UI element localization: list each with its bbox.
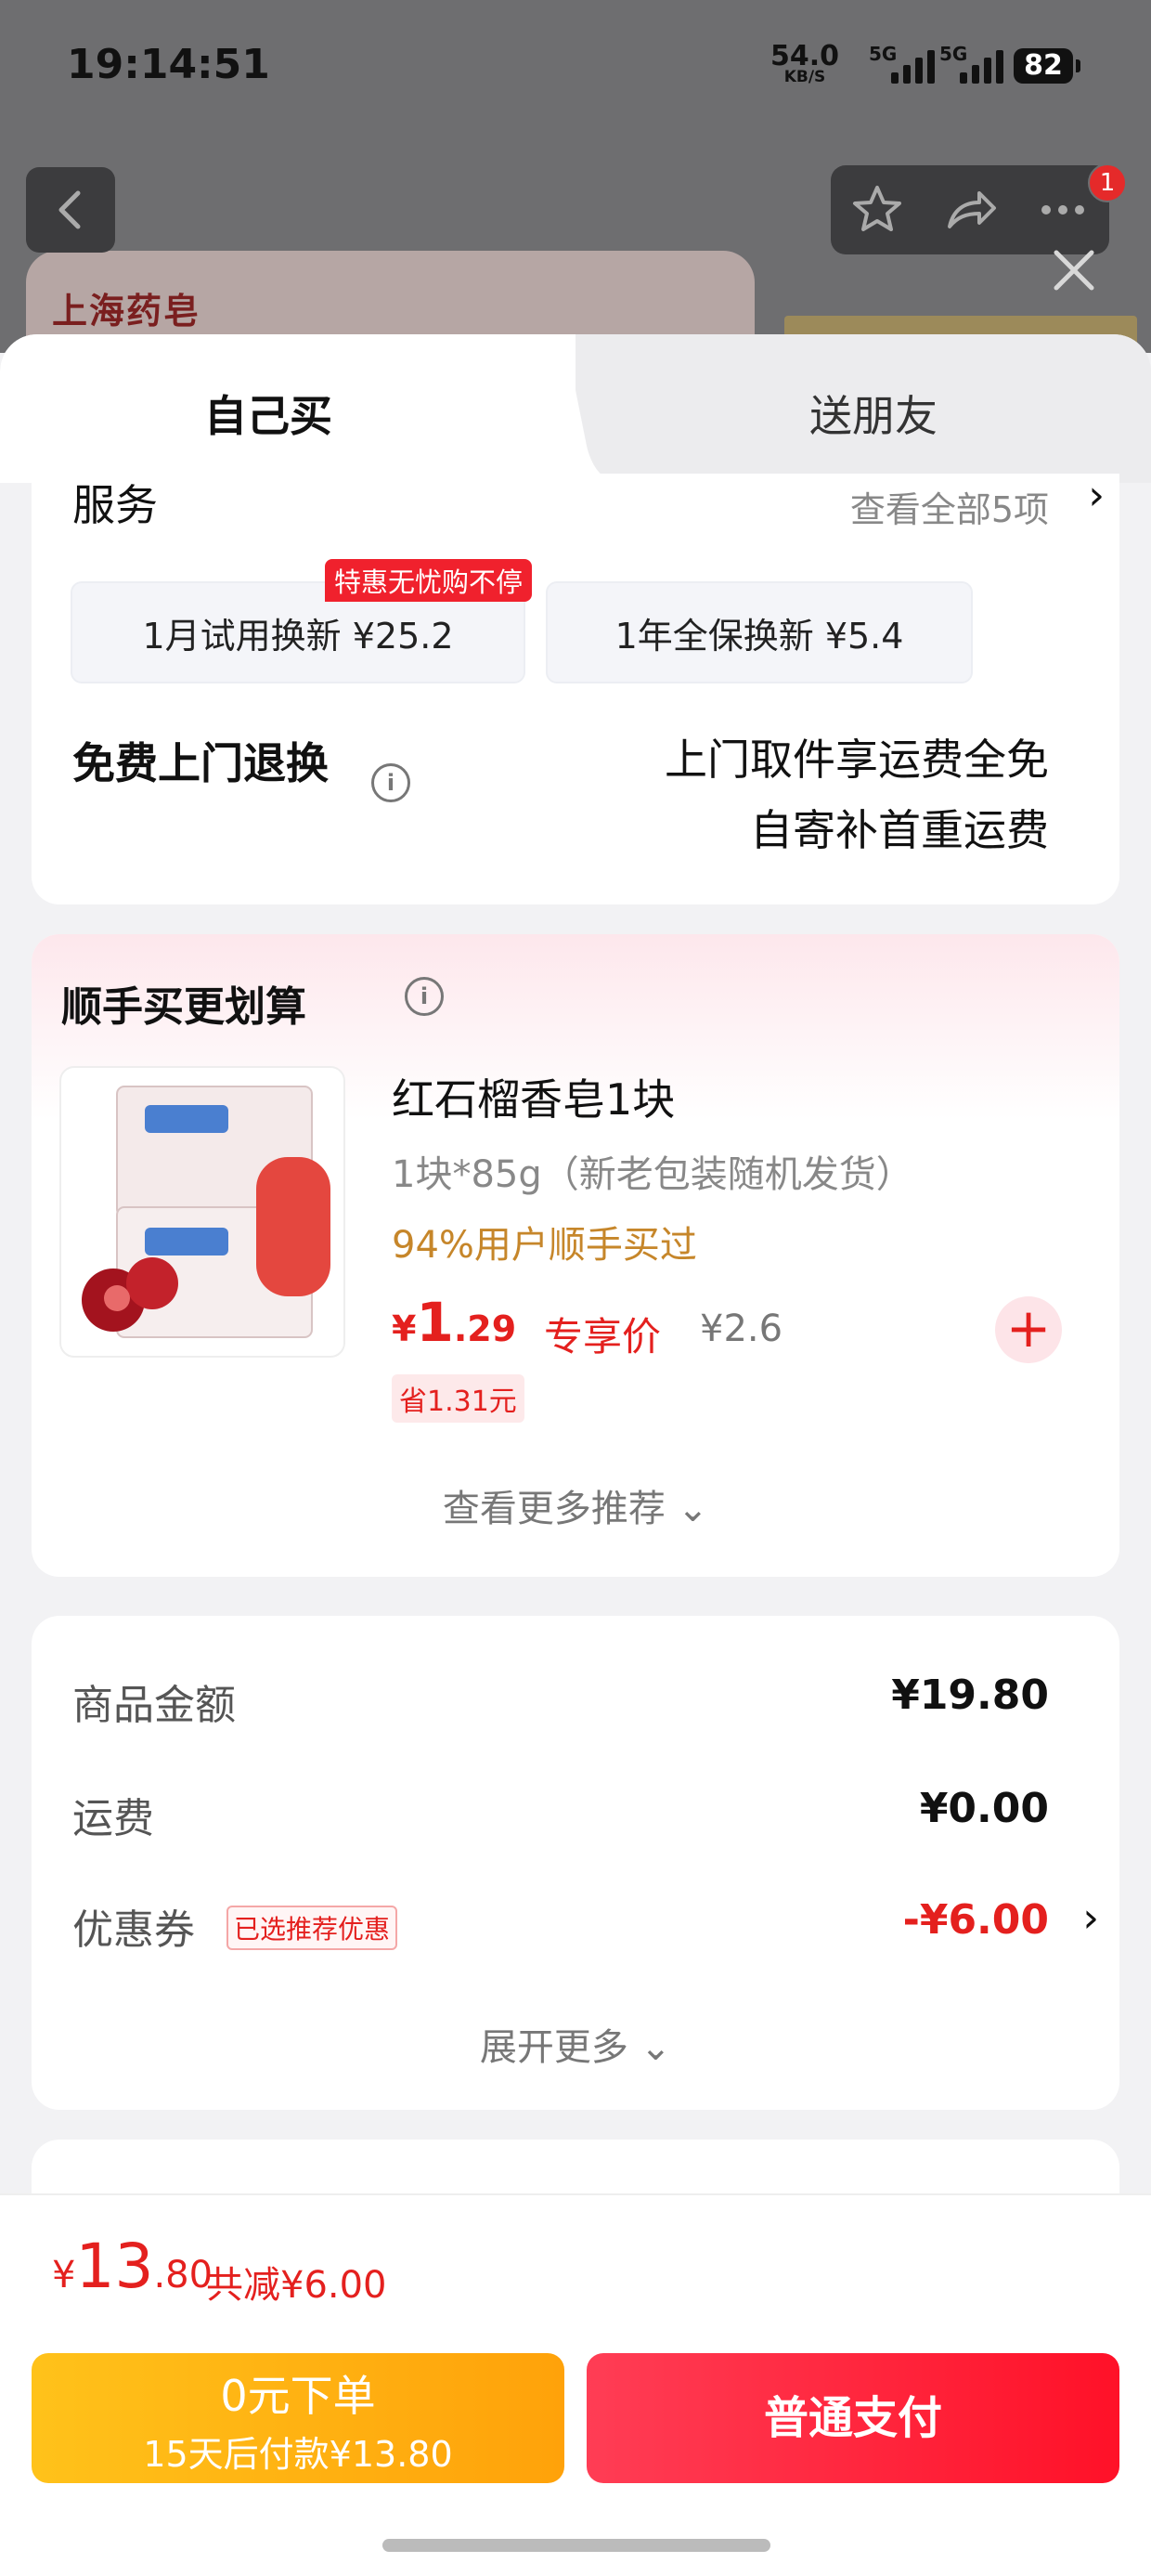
goods-amount-label: 商品金额 [72, 1682, 236, 1729]
add-to-order-button[interactable]: + [995, 1296, 1062, 1363]
zero-down-order-button[interactable]: 0元下单 15天后付款¥13.80 [32, 2353, 564, 2483]
coupon-tag: 已选推荐优惠 [226, 1906, 398, 1950]
price-currency: ¥ [392, 1308, 417, 1349]
original-price: ¥2.6 [700, 1308, 783, 1350]
battery-icon: 82 [1014, 48, 1080, 84]
view-more-recommend[interactable]: 查看更多推荐 ⌄ [0, 1478, 1151, 1532]
zero-down-title: 0元下单 [220, 2371, 376, 2421]
signal-icon [891, 46, 935, 84]
normal-pay-button[interactable]: 普通支付 [587, 2353, 1119, 2483]
product-name[interactable]: 红石榴香皂1块 [392, 1066, 675, 1127]
goods-amount-value: ¥19.80 [891, 1672, 1049, 1719]
exclusive-price-label: 专享价 [544, 1314, 662, 1360]
tab-friend[interactable]: 送朋友 [809, 383, 938, 444]
price-decimal: .29 [453, 1308, 517, 1349]
price-integer: 1 [416, 1291, 454, 1354]
soap-product-image [82, 1086, 330, 1338]
zero-down-subtitle: 15天后付款¥13.80 [143, 2434, 453, 2475]
cart-badge: 1 [1088, 163, 1127, 202]
status-time: 19:14:51 [67, 41, 270, 88]
coupon-label[interactable]: 优惠券 [72, 1896, 195, 1956]
info-icon[interactable]: i [405, 977, 444, 1016]
brand-logo-text: 上海药皂 [52, 291, 201, 332]
free-return-title: 免费上门退换 [72, 738, 329, 788]
product-spec: 1块*85g（新老包装随机发货） [392, 1153, 913, 1196]
back-button[interactable] [26, 167, 115, 253]
share-icon [948, 191, 996, 228]
return-line-pickup: 上门取件享运费全免 [665, 735, 1049, 785]
tab-curve [520, 334, 622, 483]
total-decimal: .80 [153, 2254, 213, 2296]
promo-tag: 特惠无忧购不停 [325, 559, 533, 602]
tab-own-label[interactable]: 自己买 [204, 383, 332, 444]
favorite-button[interactable] [831, 165, 924, 254]
product-social-proof: 94%用户顺手买过 [392, 1224, 697, 1267]
chevron-left-icon [58, 190, 81, 229]
total-integer: 13 [75, 2231, 154, 2302]
share-button[interactable] [924, 165, 1016, 254]
save-badge: 省1.31元 [392, 1374, 524, 1423]
network-speed: 54.0 KB/S [770, 43, 839, 86]
shipping-value: ¥0.00 [919, 1785, 1049, 1832]
more-dots-icon [1041, 205, 1084, 215]
total-currency: ¥ [52, 2254, 76, 2296]
recommend-title: 顺手买更划算 [61, 983, 306, 1031]
coupon-value[interactable]: -¥6.00 [903, 1896, 1049, 1944]
close-icon[interactable] [1043, 240, 1105, 301]
signal-icon [960, 46, 1003, 84]
chevron-right-icon[interactable]: › [1082, 1894, 1099, 1942]
home-indicator[interactable] [382, 2539, 770, 2552]
chevron-right-icon[interactable]: › [1088, 472, 1105, 519]
return-line-self: 自寄补首重运费 [750, 805, 1049, 855]
product-price: ¥1.29 [392, 1291, 516, 1354]
shipping-label: 运费 [72, 1795, 154, 1842]
product-image[interactable] [59, 1066, 345, 1358]
expand-more[interactable]: 展开更多 ⌄ [0, 2017, 1151, 2071]
tab-bar: 自己买 送朋友 [0, 334, 1151, 483]
service-title: 服务 [72, 480, 158, 530]
info-icon[interactable]: i [371, 763, 410, 802]
total-reduce: 共减¥6.00 [206, 2264, 387, 2307]
star-icon [853, 186, 901, 231]
view-all-services[interactable]: 查看全部5项 [850, 481, 1049, 532]
service-option-warranty[interactable]: 1年全保换新 ¥5.4 [546, 581, 973, 683]
total-price: ¥13.80 [52, 2231, 213, 2302]
background-page: 上海药皂 19:14:51 54.0 KB/S 5G 5G 82 1 [0, 0, 1151, 353]
